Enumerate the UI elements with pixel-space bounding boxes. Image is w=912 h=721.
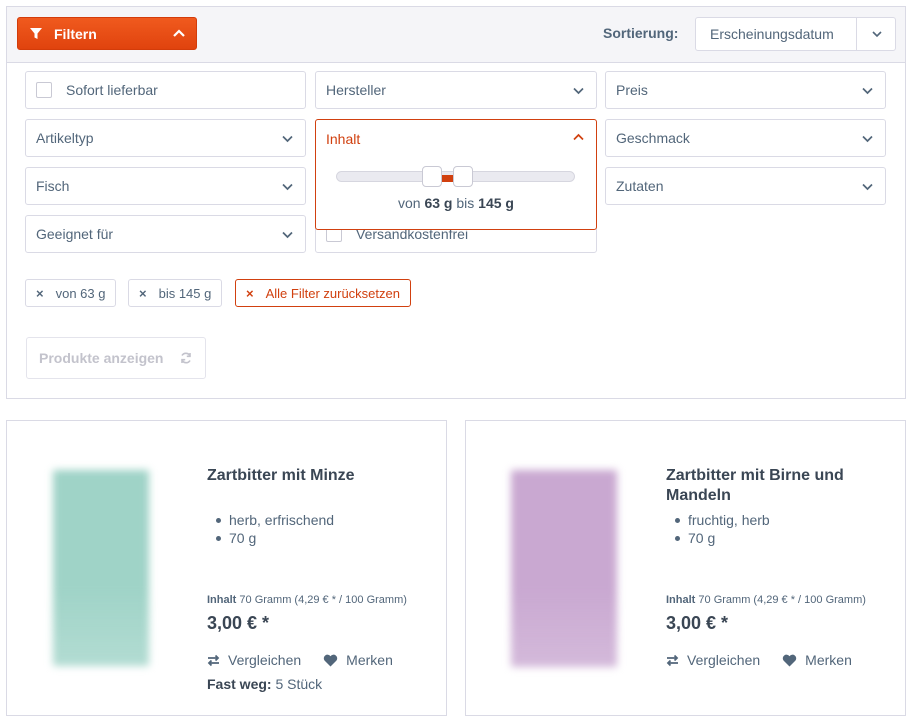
filter-toggle-label: Filtern xyxy=(54,25,97,42)
remove-icon: × xyxy=(36,285,44,301)
filter-geeignet-label: Geeignet für xyxy=(36,226,114,242)
sort-label: Sortierung: xyxy=(603,25,679,41)
filter-inhalt-title[interactable]: Inhalt xyxy=(326,131,360,147)
compare-icon xyxy=(666,654,679,666)
sort-select[interactable]: Erscheinungsdatum xyxy=(695,17,896,51)
range-slider-min-handle[interactable] xyxy=(421,166,442,187)
show-products-button[interactable]: Produkte anzeigen xyxy=(26,337,206,379)
chip-from-label: von 63 g xyxy=(55,285,106,301)
filter-geschmack-label: Geschmack xyxy=(616,130,690,146)
active-filter-chip-from[interactable]: × von 63 g xyxy=(25,279,117,307)
chevron-down-icon xyxy=(282,231,293,239)
chevron-down-icon xyxy=(872,31,882,38)
refresh-icon xyxy=(181,352,191,364)
filter-zutaten-label: Zutaten xyxy=(616,178,664,194)
active-filter-chip-to[interactable]: × bis 145 g xyxy=(128,279,223,307)
filter-header: Filtern Sortierung: Erscheinungsdatum xyxy=(7,7,905,63)
heart-icon xyxy=(782,654,797,666)
heart-icon xyxy=(323,654,338,666)
filter-sofort-lieferbar[interactable]: Sofort lieferbar xyxy=(25,71,306,109)
compare-button[interactable]: Vergleichen xyxy=(666,652,760,668)
product-feature: 70 g xyxy=(666,529,770,547)
product-image[interactable] xyxy=(53,470,149,666)
chevron-down-icon xyxy=(573,87,584,95)
range-to-word: bis xyxy=(456,195,475,211)
chip-to-label: bis 145 g xyxy=(158,285,212,301)
filter-sofort-label: Sofort lieferbar xyxy=(66,82,158,98)
stock-info: Fast weg: 5 Stück xyxy=(207,676,322,692)
product-actions: Vergleichen Merken xyxy=(666,652,874,668)
compare-label: Vergleichen xyxy=(687,652,761,668)
product-unit-price: Inhalt 70 Gramm (4,29 € * / 100 Gramm) xyxy=(207,594,407,606)
chevron-up-icon[interactable] xyxy=(572,131,585,144)
stock-value: 5 Stück xyxy=(275,676,323,692)
filter-fisch[interactable]: Fisch xyxy=(25,167,306,205)
funnel-icon xyxy=(30,27,42,39)
compare-button[interactable]: Vergleichen xyxy=(207,652,301,668)
range-value-text: von 63 g bis 145 g xyxy=(316,195,596,211)
chevron-down-icon xyxy=(862,135,873,143)
product-features: fruchtig, herb 70 g xyxy=(666,511,770,547)
product-feature: 70 g xyxy=(207,529,334,547)
unit-label: Inhalt xyxy=(207,594,237,606)
filter-fisch-label: Fisch xyxy=(36,178,70,194)
reset-all-label: Alle Filter zurücksetzen xyxy=(265,285,400,301)
remove-icon: × xyxy=(139,285,147,301)
filter-toggle-button[interactable]: Filtern xyxy=(17,17,197,50)
wishlist-button[interactable]: Merken xyxy=(782,652,852,668)
filter-zutaten[interactable]: Zutaten xyxy=(605,167,886,205)
range-to-value: 145 g xyxy=(478,195,514,211)
unit-text: 70 Gramm (4,29 € * / 100 Gramm) xyxy=(698,594,866,606)
show-products-label: Produkte anzeigen xyxy=(39,350,164,366)
product-unit-price: Inhalt 70 Gramm (4,29 € * / 100 Gramm) xyxy=(666,594,866,606)
filter-hersteller-label: Hersteller xyxy=(326,82,386,98)
product-card[interactable]: Zartbitter mit Birne und Mandeln fruchti… xyxy=(465,420,906,716)
unit-label: Inhalt xyxy=(666,594,696,606)
product-price: 3,00 € * xyxy=(666,613,729,633)
product-name[interactable]: Zartbitter mit Birne und Mandeln xyxy=(666,466,876,506)
filter-inhalt-expanded: Inhalt von 63 g bis 145 g xyxy=(315,119,597,230)
wishlist-label: Merken xyxy=(346,652,393,668)
sofort-checkbox[interactable] xyxy=(36,82,52,98)
filter-artikeltyp-label: Artikeltyp xyxy=(36,130,94,146)
filter-panel: Filtern Sortierung: Erscheinungsdatum So… xyxy=(6,6,906,399)
product-features: herb, erfrischend 70 g xyxy=(207,511,334,547)
filter-geeignet[interactable]: Geeignet für xyxy=(25,215,306,253)
reset-all-filters-button[interactable]: × Alle Filter zurücksetzen xyxy=(235,279,411,307)
filter-preis[interactable]: Preis xyxy=(605,71,886,109)
unit-text: 70 Gramm (4,29 € * / 100 Gramm) xyxy=(239,594,407,606)
range-slider-track[interactable] xyxy=(336,166,575,187)
product-card[interactable]: Zartbitter mit Minze herb, erfrischend 7… xyxy=(6,420,447,716)
filter-preis-label: Preis xyxy=(616,82,648,98)
chevron-down-icon xyxy=(862,87,873,95)
sort-select-value: Erscheinungsdatum xyxy=(710,26,834,42)
sort-select-divider xyxy=(856,18,857,50)
chevron-down-icon xyxy=(862,183,873,191)
filter-geschmack[interactable]: Geschmack xyxy=(605,119,886,157)
range-slider-max-handle[interactable] xyxy=(452,166,473,187)
remove-icon: × xyxy=(246,285,254,301)
product-actions: Vergleichen Merken xyxy=(207,652,415,668)
product-feature: herb, erfrischend xyxy=(207,511,334,529)
product-feature: fruchtig, herb xyxy=(666,511,770,529)
product-price: 3,00 € * xyxy=(207,613,270,633)
product-name[interactable]: Zartbitter mit Minze xyxy=(207,466,417,486)
chevron-up-icon xyxy=(173,29,185,37)
range-from-value: 63 g xyxy=(424,195,453,211)
compare-label: Vergleichen xyxy=(228,652,302,668)
wishlist-button[interactable]: Merken xyxy=(323,652,393,668)
chevron-down-icon xyxy=(282,135,293,143)
wishlist-label: Merken xyxy=(805,652,852,668)
filter-hersteller[interactable]: Hersteller xyxy=(315,71,597,109)
stock-label: Fast weg: xyxy=(207,676,272,692)
chevron-down-icon xyxy=(282,183,293,191)
compare-icon xyxy=(207,654,220,666)
range-from-word: von xyxy=(398,195,421,211)
filter-artikeltyp[interactable]: Artikeltyp xyxy=(25,119,306,157)
product-image[interactable] xyxy=(511,470,617,667)
